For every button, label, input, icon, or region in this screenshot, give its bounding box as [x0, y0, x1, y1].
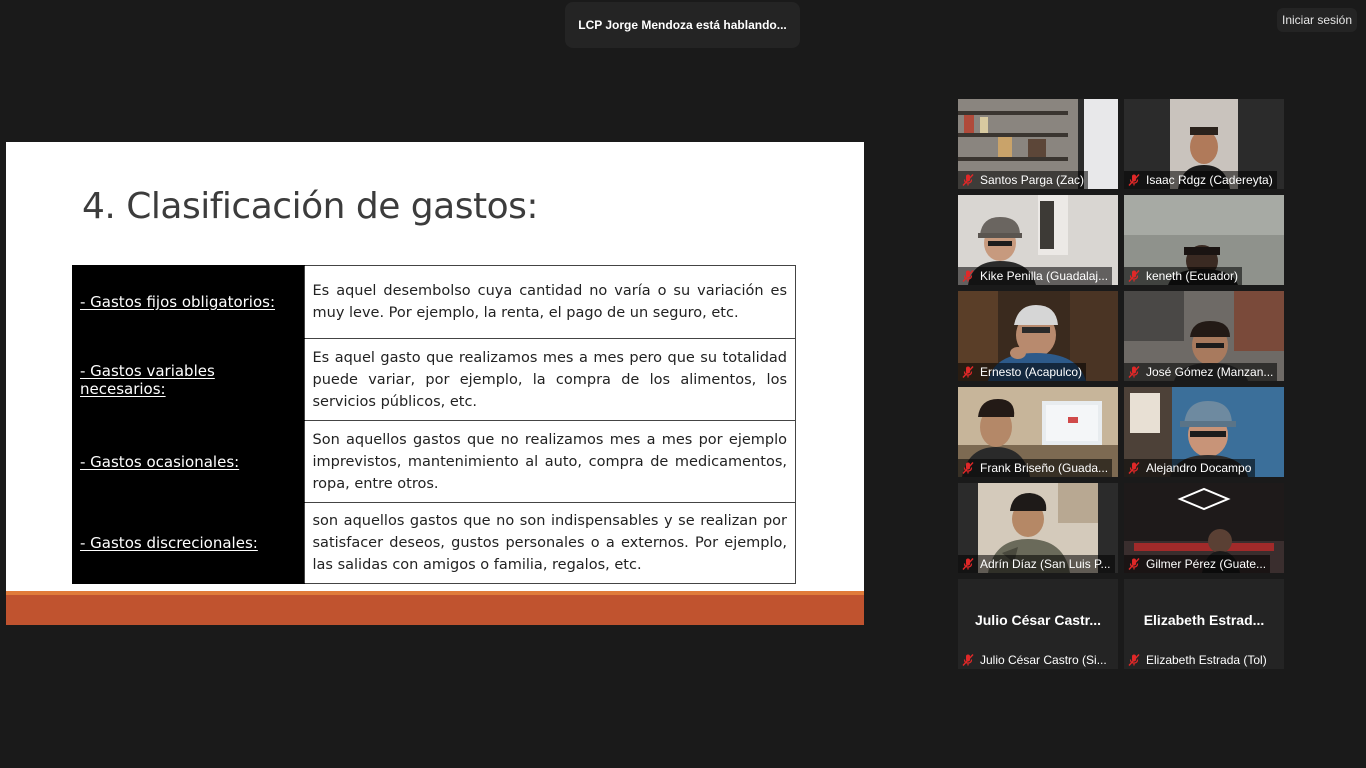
participant-tile[interactable]: Alejandro Docampo: [1124, 387, 1284, 477]
expense-classification-table: - Gastos fijos obligatorios: Es aquel de…: [72, 265, 796, 584]
participant-name-bar: Alejandro Docampo: [1124, 459, 1256, 477]
sign-in-label: Iniciar sesión: [1281, 13, 1353, 27]
participant-tile[interactable]: Gilmer Pérez (Guate...: [1124, 483, 1284, 573]
mic-muted-icon: [1128, 366, 1140, 378]
participant-name-bar: Kike Penilla (Guadalaj...: [958, 267, 1113, 285]
table-row: - Gastos discrecionales: son aquellos ga…: [72, 502, 796, 584]
shared-screen-slide: 4. Clasificación de gastos: - Gastos fij…: [6, 142, 864, 625]
sign-in-button[interactable]: Iniciar sesión: [1277, 8, 1357, 32]
participant-name-bar: Ernesto (Acapulco): [958, 363, 1087, 381]
participant-name-bar: keneth (Ecuador): [1124, 267, 1243, 285]
participant-name-bar: Elizabeth Estrada (Tol): [1124, 651, 1271, 669]
mic-muted-icon: [1128, 654, 1140, 666]
active-speaker-text: LCP Jorge Mendoza está hablando...: [578, 18, 787, 32]
participant-display-name: Julio César Castr...: [974, 612, 1102, 628]
mic-muted-icon: [1128, 174, 1140, 186]
participant-name-bar: Julio César Castro (Si...: [958, 651, 1111, 669]
participant-tile[interactable]: Elizabeth Estrad... Elizabeth Estrada (T…: [1124, 579, 1284, 669]
slide-title: 4. Clasificación de gastos:: [82, 186, 539, 227]
participant-name: Elizabeth Estrada (Tol): [1146, 653, 1267, 667]
participant-tile[interactable]: Ernesto (Acapulco): [958, 291, 1118, 381]
mic-muted-icon: [962, 174, 974, 186]
participant-name: Frank Briseño (Guada...: [980, 461, 1109, 475]
mic-muted-icon: [1128, 462, 1140, 474]
expense-definition: Es aquel desembolso cuya cantidad no var…: [303, 265, 796, 339]
active-speaker-notice: LCP Jorge Mendoza está hablando...: [565, 2, 800, 48]
expense-term: - Gastos discrecionales:: [72, 502, 304, 584]
participant-tile[interactable]: Kike Penilla (Guadalaj...: [958, 195, 1118, 285]
mic-muted-icon: [1128, 270, 1140, 282]
participant-name-bar: José Gómez (Manzan...: [1124, 363, 1278, 381]
expense-term: - Gastos ocasionales:: [72, 420, 304, 503]
participant-name: Kike Penilla (Guadalaj...: [980, 269, 1109, 283]
slide-footer-band: [6, 595, 864, 625]
participant-name: keneth (Ecuador): [1146, 269, 1239, 283]
mic-muted-icon: [962, 558, 974, 570]
participant-tile[interactable]: José Gómez (Manzan...: [1124, 291, 1284, 381]
mic-muted-icon: [962, 270, 974, 282]
mic-muted-icon: [962, 462, 974, 474]
table-row: - Gastos fijos obligatorios: Es aquel de…: [72, 265, 796, 339]
meeting-window: LCP Jorge Mendoza está hablando... Inici…: [0, 0, 1366, 768]
participant-tile[interactable]: Isaac Rdgz (Cadereyta): [1124, 99, 1284, 189]
participant-tile[interactable]: Julio César Castr... Julio César Castro …: [958, 579, 1118, 669]
table-row: - Gastos ocasionales: Son aquellos gasto…: [72, 420, 796, 503]
participant-name: Adrín Díaz (San Luis P...: [980, 557, 1111, 571]
expense-term: - Gastos fijos obligatorios:: [72, 265, 304, 339]
mic-muted-icon: [962, 366, 974, 378]
participant-name: Ernesto (Acapulco): [980, 365, 1083, 379]
participant-tile[interactable]: Adrín Díaz (San Luis P...: [958, 483, 1118, 573]
participant-name: Isaac Rdgz (Cadereyta): [1146, 173, 1273, 187]
expense-definition: Son aquellos gastos que no realizamos me…: [303, 420, 796, 503]
participant-tile[interactable]: Frank Briseño (Guada...: [958, 387, 1118, 477]
participant-display-name: Elizabeth Estrad...: [1143, 612, 1265, 628]
participant-name: José Gómez (Manzan...: [1146, 365, 1274, 379]
expense-definition: son aquellos gastos que no son indispens…: [303, 502, 796, 584]
participant-name-bar: Santos Parga (Zac): [958, 171, 1089, 189]
participant-tile[interactable]: keneth (Ecuador): [1124, 195, 1284, 285]
participant-name: Gilmer Pérez (Guate...: [1146, 557, 1267, 571]
mic-muted-icon: [962, 654, 974, 666]
mic-muted-icon: [1128, 558, 1140, 570]
participant-name-bar: Frank Briseño (Guada...: [958, 459, 1113, 477]
participant-tile[interactable]: Santos Parga (Zac): [958, 99, 1118, 189]
expense-definition: Es aquel gasto que realizamos mes a mes …: [303, 338, 796, 421]
participant-name: Julio César Castro (Si...: [980, 653, 1107, 667]
participant-name-bar: Gilmer Pérez (Guate...: [1124, 555, 1271, 573]
table-row: - Gastos variables necesarios: Es aquel …: [72, 338, 796, 421]
participant-name: Alejandro Docampo: [1146, 461, 1252, 475]
expense-term: - Gastos variables necesarios:: [72, 338, 304, 421]
participant-name-bar: Adrín Díaz (San Luis P...: [958, 555, 1115, 573]
participant-name-bar: Isaac Rdgz (Cadereyta): [1124, 171, 1277, 189]
participant-name: Santos Parga (Zac): [980, 173, 1085, 187]
